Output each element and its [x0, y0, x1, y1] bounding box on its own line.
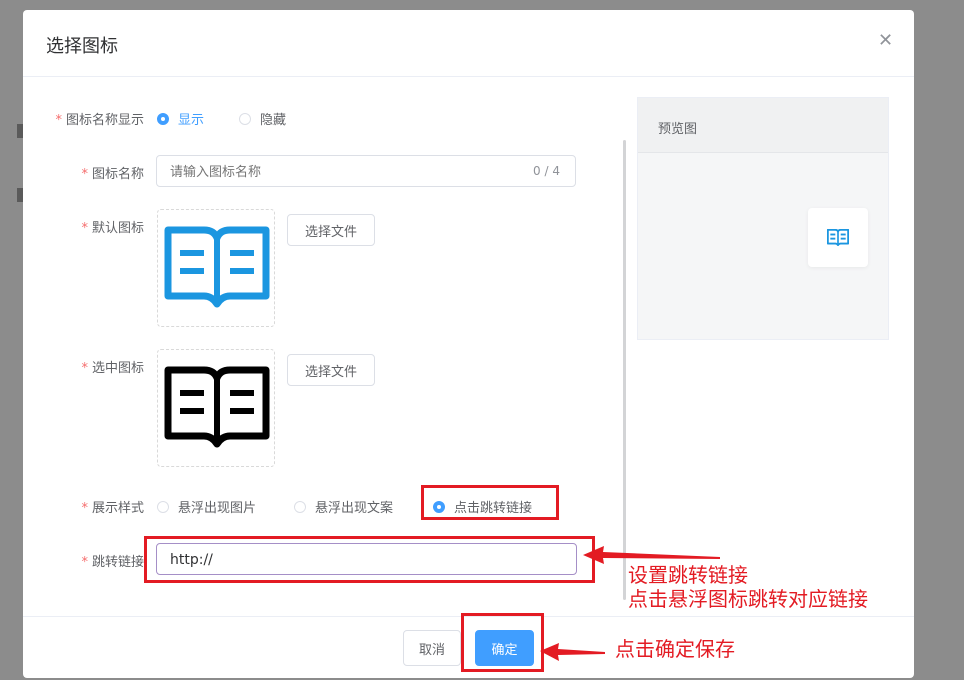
arrow-to-link-input: [583, 546, 720, 564]
annotation-link-note-line2: 点击悬浮图标跳转对应链接: [628, 587, 868, 611]
arrow-to-confirm-button: [540, 643, 605, 661]
annotation-arrows: [540, 546, 720, 661]
annotation-confirm-note: 点击确定保存: [615, 637, 735, 661]
annotation-link-note-line1: 设置跳转链接: [628, 563, 748, 587]
